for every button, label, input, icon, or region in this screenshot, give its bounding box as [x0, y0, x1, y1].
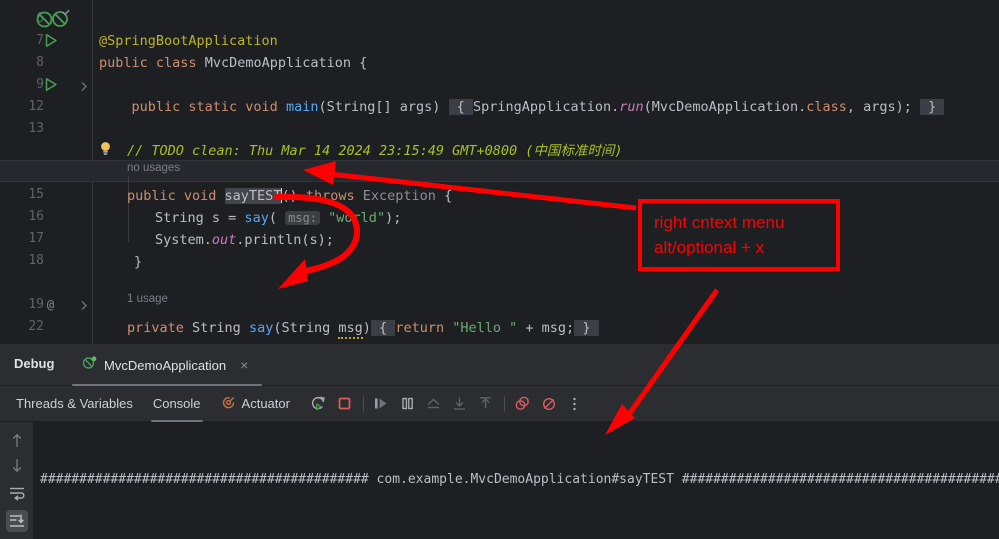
line-number: 12	[28, 99, 44, 114]
tab-label: Threads & Variables	[16, 396, 133, 411]
spring-run-icon	[82, 355, 98, 376]
debug-panel-title: Debug	[14, 356, 55, 371]
console-text: ########################################…	[40, 422, 999, 539]
scroll-down-icon[interactable]	[6, 454, 28, 476]
pause-icon[interactable]	[395, 386, 421, 422]
tab-label: Console	[152, 396, 201, 411]
fold-expand-icon[interactable]	[79, 79, 89, 97]
line-number: 18	[28, 253, 44, 268]
line-number: 13	[28, 121, 44, 136]
mute-breakpoints-icon[interactable]	[536, 386, 562, 422]
main-method-line: public static void main(String[] args) {…	[131, 99, 945, 115]
code-hint-line: 1 usage	[93, 272, 999, 305]
code-line-current: public void sayTEST() throws Exception {	[93, 163, 999, 204]
ide-window: 6 7 8 9 12 13 14 15 16 17 18 19 22	[0, 0, 999, 539]
run-gutter-icon[interactable]	[44, 77, 58, 97]
toolbar-separator	[362, 395, 364, 412]
line-number: 16	[28, 209, 44, 224]
run-gutter-icon[interactable]	[44, 33, 58, 53]
step-out-icon[interactable]	[421, 386, 447, 422]
code-line: System.out.println(s);	[93, 207, 999, 248]
tab-console[interactable]: Console	[143, 386, 211, 422]
more-options-icon[interactable]	[562, 386, 588, 422]
override-marker-icon[interactable]: @	[42, 296, 59, 318]
close-icon[interactable]: ×	[240, 357, 248, 373]
code-line: }	[93, 317, 999, 358]
step-over-icon[interactable]	[473, 386, 499, 422]
code-line: }	[93, 229, 999, 270]
run-tab-label: MvcDemoApplication	[104, 357, 227, 373]
code-line: // TODO clean: Thu Mar 14 2024 23:15:49 …	[93, 118, 999, 159]
tab-label: Actuator	[241, 396, 290, 411]
line-number: 19	[28, 297, 44, 312]
code-text-area[interactable]: @SpringBootApplication public class MvcD…	[93, 0, 999, 358]
line-number: 15	[28, 187, 44, 202]
actuator-icon	[221, 395, 236, 413]
code-line: String s = say( msg: "world");	[93, 185, 999, 226]
line-number: 8	[36, 55, 44, 70]
console-side-toolbar[interactable]	[0, 422, 33, 539]
soft-wrap-icon[interactable]	[6, 482, 28, 504]
view-breakpoints-icon[interactable]	[510, 386, 536, 422]
code-line: @SpringBootApplication	[93, 8, 999, 49]
rerun-icon[interactable]	[306, 386, 332, 422]
console-line: Hello world	[40, 535, 999, 539]
line-number: 9	[36, 77, 44, 92]
code-editor[interactable]: 6 7 8 9 12 13 14 15 16 17 18 19 22	[0, 0, 999, 358]
svg-text:@: @	[47, 298, 54, 312]
spring-bean-checked-icon[interactable]	[51, 8, 71, 33]
run-configuration-tab[interactable]: MvcDemoApplication ×	[72, 344, 258, 386]
line-number: 7	[36, 33, 44, 48]
code-line: public class MvcDemoApplication {	[93, 30, 999, 71]
stop-icon[interactable]	[332, 386, 358, 422]
code-hint-line: no usages	[93, 141, 999, 174]
console-line: ########################################…	[40, 472, 999, 487]
tab-threads-variables[interactable]: Threads & Variables	[6, 386, 143, 422]
class-declaration: public class MvcDemoApplication {	[99, 55, 368, 71]
toolbar-separator	[503, 395, 505, 412]
step-into-icon[interactable]	[447, 386, 473, 422]
console-output[interactable]: ########################################…	[0, 422, 999, 539]
code-line: public static void main(String[] args) {…	[93, 74, 999, 115]
resume-icon[interactable]	[369, 386, 395, 422]
scroll-to-end-icon[interactable]	[6, 510, 28, 532]
line-number: 17	[28, 231, 44, 246]
closing-brace: }	[134, 254, 143, 270]
scroll-up-icon[interactable]	[6, 430, 28, 452]
fold-expand-icon[interactable]	[79, 298, 89, 316]
debug-tool-window[interactable]: Debug MvcDemoApplication × Threads & Var…	[0, 344, 999, 539]
tab-actuator[interactable]: Actuator	[211, 386, 300, 422]
code-line: private String say(String msg) { return …	[93, 295, 999, 339]
debug-header: Debug MvcDemoApplication ×	[0, 344, 999, 386]
debug-toolbar[interactable]: Threads & Variables Console Actuator	[0, 386, 999, 422]
line-number: 22	[28, 319, 44, 334]
